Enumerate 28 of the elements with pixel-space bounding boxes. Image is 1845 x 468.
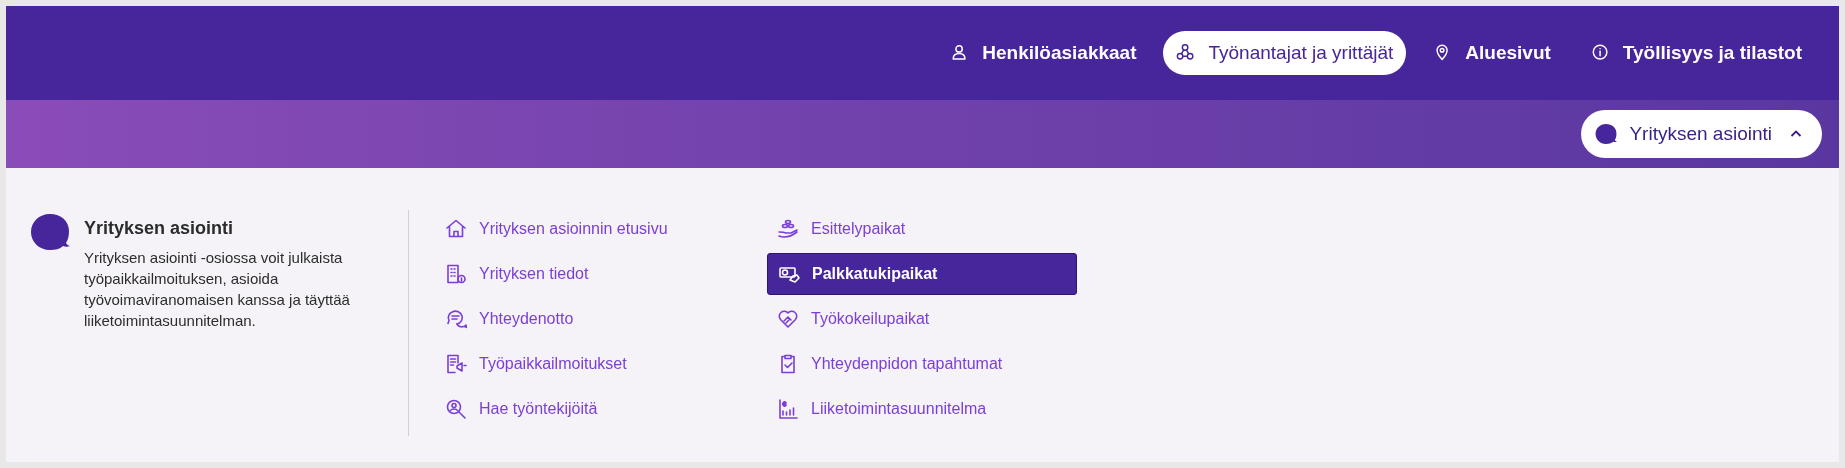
speech-bubble-icon [1595, 123, 1618, 145]
info-icon [1590, 43, 1611, 63]
nav-tab[interactable]: Työllisyys ja tilastot [1577, 31, 1815, 75]
magnifier-person-icon [445, 398, 467, 420]
speech-bubble-icon [30, 212, 70, 252]
nav-tab[interactable]: Henkilöasiakkaat [937, 31, 1150, 75]
heart-handshake-icon [777, 308, 799, 330]
nav-tab[interactable]: Työnantajat ja yrittäjät [1163, 31, 1407, 75]
intro-text: Yrityksen asiointi -osiossa voit julkaista työpaikkailmoituksen, asioida työvoimaviranomaisen kanssa ja täyttää liiketoimintasuunnitelman. [84, 248, 351, 331]
menu-link[interactable]: Yrityksen asioinnin etusivu [435, 208, 745, 250]
menu-link[interactable]: Esittelypaikat [767, 208, 1077, 250]
menu-link[interactable]: Yrityksen tiedot [435, 253, 745, 295]
document-megaphone-icon [445, 353, 467, 375]
section-dropdown-button[interactable]: Yrityksen asiointi [1581, 110, 1822, 158]
menu-link[interactable]: Hae työntekijöitä [435, 388, 745, 430]
menu-link[interactable]: Yhteydenotto [435, 298, 745, 340]
nav-tab[interactable]: Aluesivut [1420, 31, 1564, 75]
building-icon [445, 263, 467, 285]
menu-link[interactable]: Yhteydenpidon tapahtumat [767, 343, 1077, 385]
chat-bubbles-icon [445, 308, 467, 330]
menu-link[interactable]: Työpaikkailmoitukset [435, 343, 745, 385]
house-icon [445, 218, 467, 240]
euro-chart-icon [777, 398, 799, 420]
intro-title: Yrityksen asiointi [84, 218, 235, 239]
menu-link[interactable]: Liiketoimintasuunnitelma [767, 388, 1077, 430]
hand-coins-icon [777, 218, 799, 240]
menu-link[interactable]: Palkkatukipaikat [767, 253, 1077, 295]
menu-link[interactable]: Työkokeilupaikat [767, 298, 1077, 340]
